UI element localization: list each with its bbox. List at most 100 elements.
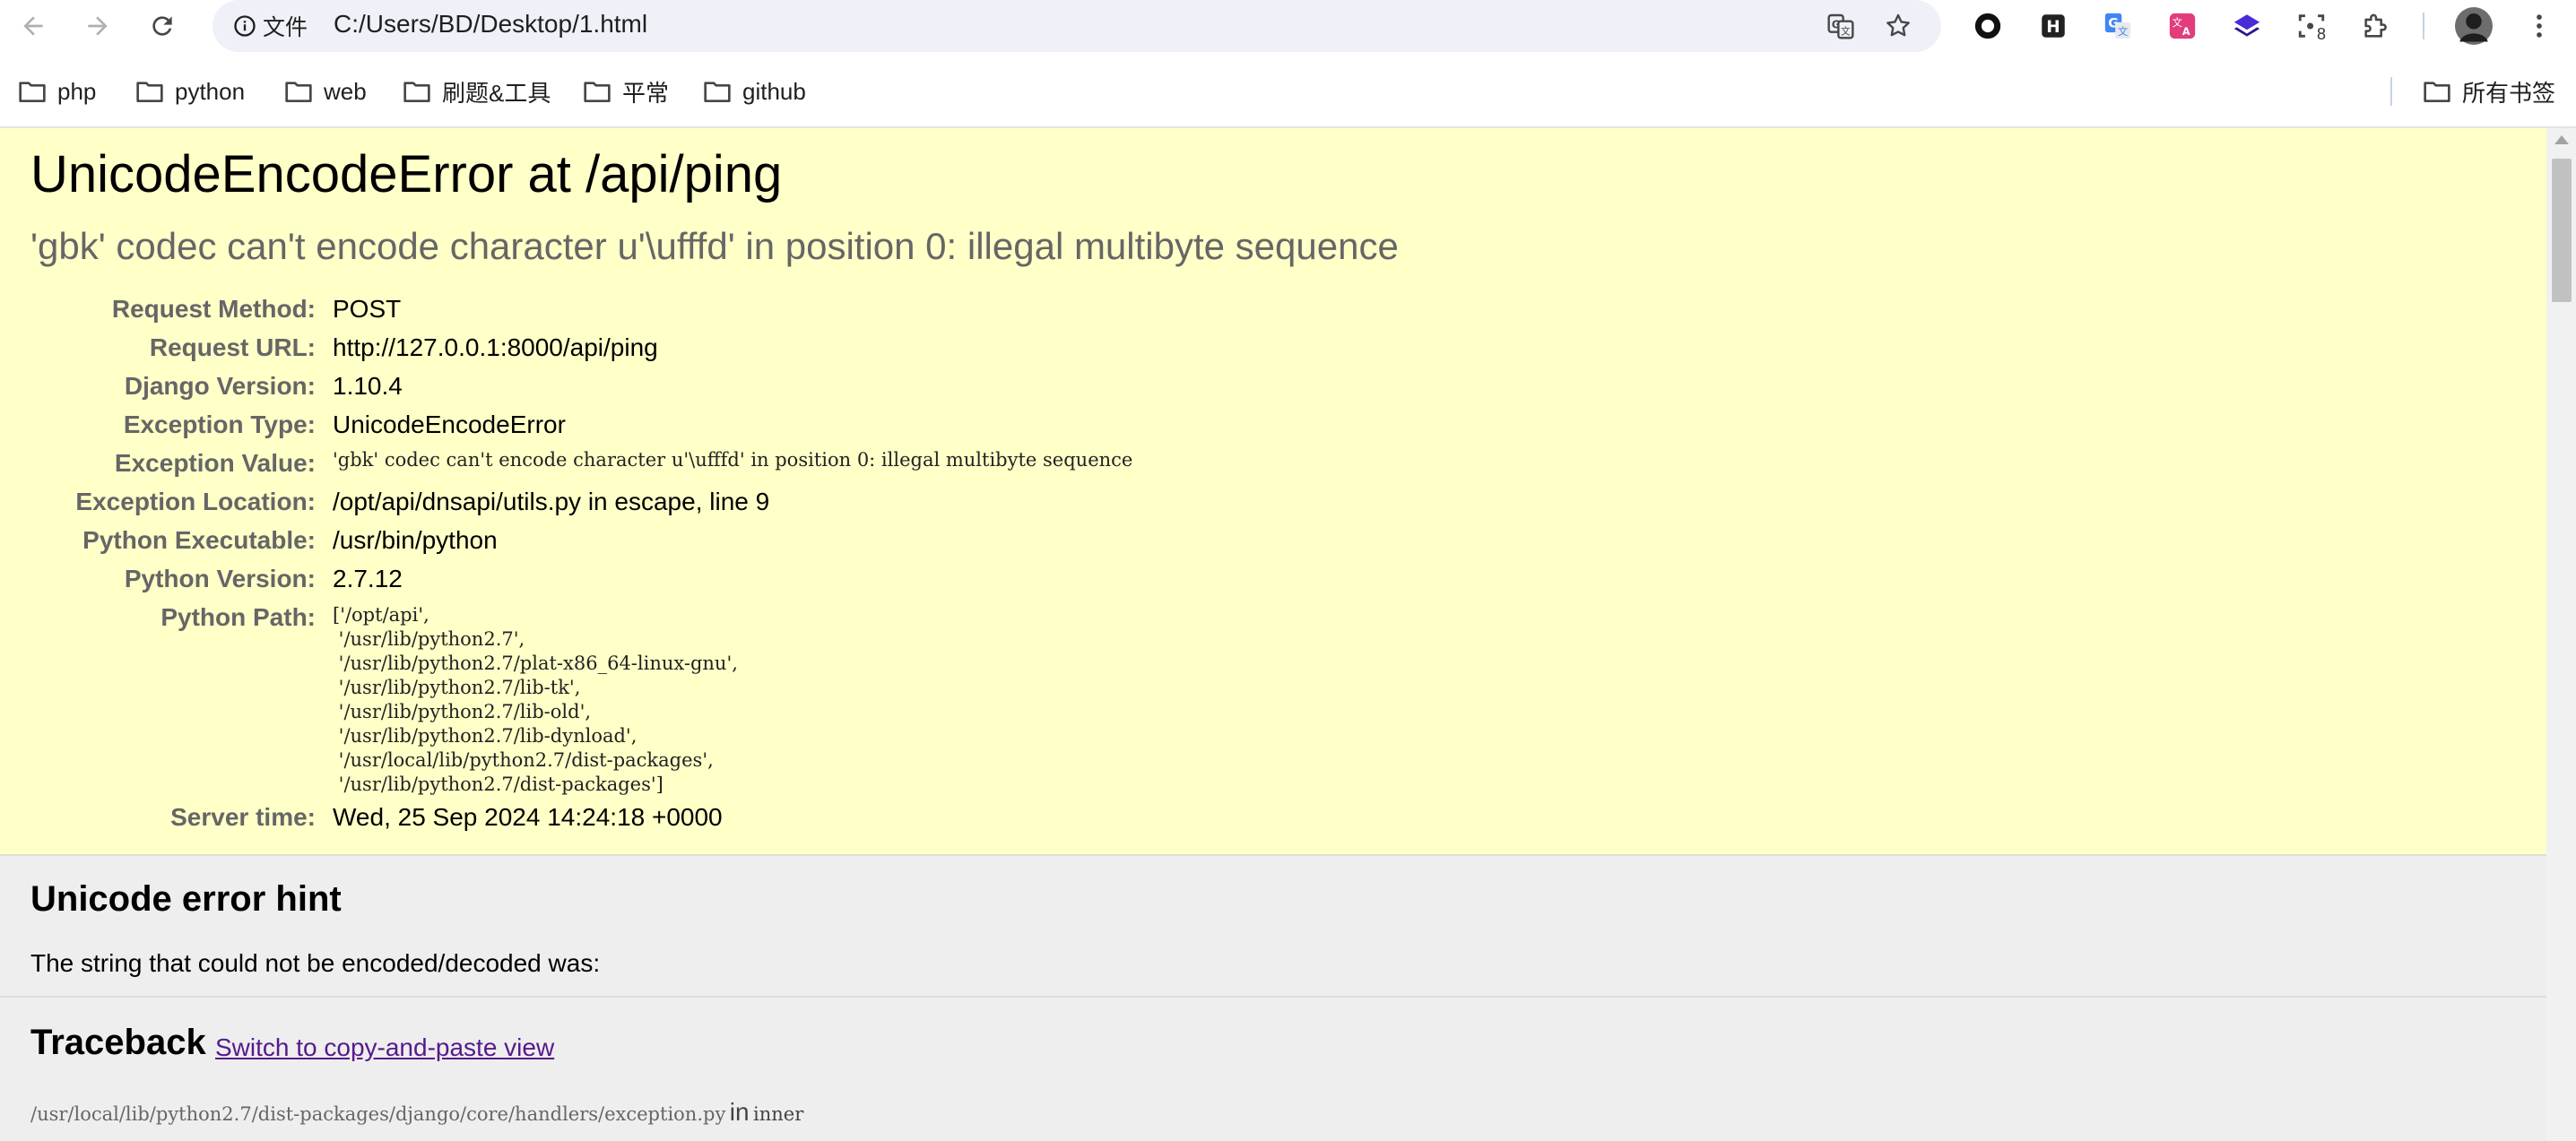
extension-translate-pink[interactable]: 文A: [2166, 10, 2199, 42]
copy-paste-view-link[interactable]: Switch to copy-and-paste view: [215, 1033, 554, 1062]
bookmark-label: python: [175, 77, 246, 105]
python-path-line: ['/opt/api',: [333, 604, 429, 626]
svg-text:H: H: [2046, 18, 2060, 37]
extension-record[interactable]: [1972, 10, 2004, 42]
back-button[interactable]: [14, 7, 52, 45]
extensions-menu-button[interactable]: [2360, 10, 2392, 42]
meta-value-exception-value: 'gbk' codec can't encode character u'\uf…: [333, 449, 1133, 471]
bookmark-folder-php[interactable]: php: [18, 72, 96, 111]
bookmark-folder-tools[interactable]: 刷题&工具: [403, 72, 551, 111]
google-translate-icon: G文: [1827, 13, 1854, 39]
site-info-chip[interactable]: 文件: [225, 9, 315, 43]
unicode-hint-text: The string that could not be encoded/dec…: [30, 949, 601, 977]
bookmark-folder-daily[interactable]: 平常: [583, 72, 669, 111]
meta-label-request-url: Request URL:: [149, 333, 316, 361]
python-path-line: '/usr/lib/python2.7',: [333, 628, 525, 650]
meta-value-request-url: http://127.0.0.1:8000/api/ping: [333, 333, 658, 361]
error-summary: UnicodeEncodeError at /api/ping 'gbk' co…: [0, 128, 2546, 856]
meta-label-exception-location: Exception Location:: [75, 488, 316, 515]
bookmark-label: 刷题&工具: [442, 79, 551, 107]
bookmarks-divider: [2390, 77, 2392, 106]
folder-icon: [704, 82, 731, 102]
meta-value-python-executable: /usr/bin/python: [333, 526, 498, 554]
folder-icon: [584, 82, 611, 102]
address-bar[interactable]: 文件 C:/Users/BD/Desktop/1.html G文: [212, 0, 1941, 52]
frame-in-keyword: in: [729, 1098, 750, 1126]
bookmark-label: web: [324, 77, 367, 105]
meta-label-python-version: Python Version:: [124, 565, 316, 592]
unicode-hint-title: Unicode error hint: [30, 879, 342, 919]
google-translate-icon: G文: [2104, 13, 2131, 39]
layers-purple-icon: [2233, 14, 2260, 37]
error-subtitle: 'gbk' codec can't encode character u'\uf…: [30, 225, 1399, 267]
meta-value-exception-type: UnicodeEncodeError: [333, 411, 566, 438]
arrow-left-icon: [23, 16, 43, 36]
url-text[interactable]: C:/Users/BD/Desktop/1.html: [334, 10, 647, 39]
svg-text:文: 文: [2173, 16, 2182, 29]
translate-pink-icon: 文A: [2169, 13, 2196, 39]
frame-function: inner: [753, 1103, 804, 1125]
meta-label-request-method: Request Method:: [111, 295, 316, 323]
meta-value-server-time: Wed, 25 Sep 2024 14:24:18 +0000: [333, 803, 723, 831]
meta-value-python-version: 2.7.12: [333, 565, 403, 592]
all-bookmarks-label: 所有书签: [2462, 79, 2556, 107]
h-letter-icon: H: [2042, 14, 2065, 38]
page-viewport[interactable]: UnicodeEncodeError at /api/ping 'gbk' co…: [0, 128, 2546, 1141]
bookmark-label: php: [57, 77, 97, 105]
circle-record-icon: [1974, 13, 2001, 39]
meta-value-django-version: 1.10.4: [333, 372, 403, 400]
info-icon: [234, 15, 256, 37]
folder-icon: [19, 82, 46, 102]
translate-page-button[interactable]: G文: [1825, 10, 1857, 42]
reload-button[interactable]: [143, 7, 181, 45]
puzzle-icon: [2364, 13, 2387, 38]
folder-icon: [285, 82, 312, 102]
error-title: UnicodeEncodeError at /api/ping: [30, 145, 783, 203]
scroll-up-arrow-icon[interactable]: [2554, 135, 2569, 144]
profile-avatar[interactable]: [2455, 7, 2493, 45]
traceback-frame[interactable]: /usr/local/lib/python2.7/dist-packages/d…: [30, 1098, 803, 1127]
unicode-hint-section: Unicode error hint The string that could…: [0, 856, 2546, 998]
bookmarks-bar: php python web 刷题&工具 平常 github 所有书签: [0, 66, 2576, 117]
meta-label-exception-type: Exception Type:: [123, 411, 316, 438]
kebab-menu-icon: [2537, 14, 2542, 38]
bookmark-folder-web[interactable]: web: [284, 72, 367, 111]
python-path-line: '/usr/lib/python2.7/dist-packages']: [333, 774, 664, 795]
star-icon: [1886, 13, 1910, 37]
traceback-section: Traceback Switch to copy-and-paste view …: [0, 999, 2546, 1141]
folder-icon: [403, 82, 430, 102]
bookmark-star-button[interactable]: [1882, 10, 1914, 42]
meta-label-server-time: Server time:: [170, 803, 316, 831]
meta-label-python-path: Python Path:: [160, 603, 316, 631]
svg-text:文: 文: [1841, 25, 1851, 37]
extension-google-translate[interactable]: G文: [2102, 10, 2134, 42]
meta-value-exception-location: /opt/api/dnsapi/utils.py in escape, line…: [333, 488, 770, 515]
reload-icon: [152, 16, 172, 36]
meta-label-django-version: Django Version:: [124, 372, 316, 400]
python-path-line: '/usr/lib/python2.7/lib-old',: [333, 701, 592, 722]
extension-layers[interactable]: [2231, 10, 2263, 42]
browser-menu-button[interactable]: [2523, 10, 2555, 42]
python-path-line: '/usr/lib/python2.7/lib-dynload',: [333, 725, 637, 747]
site-info-label: 文件: [263, 15, 308, 40]
bookmark-label: github: [742, 77, 806, 105]
extension-badge: 8: [2317, 25, 2327, 43]
page-scrollbar[interactable]: [2546, 128, 2576, 1141]
svg-text:A: A: [2182, 25, 2190, 38]
folder-icon: [136, 82, 163, 102]
all-bookmarks-button[interactable]: 所有书签: [2423, 72, 2555, 111]
browser-toolbar: 文件 C:/Users/BD/Desktop/1.html G文 H G文 文A…: [0, 0, 2576, 52]
frame-filename: /usr/local/lib/python2.7/dist-packages/d…: [30, 1103, 726, 1125]
python-path-line: '/usr/lib/python2.7/lib-tk',: [333, 677, 581, 698]
bookmark-folder-github[interactable]: github: [703, 72, 806, 111]
extension-screenshot[interactable]: 8: [2295, 10, 2328, 42]
meta-label-exception-value: Exception Value:: [114, 449, 316, 477]
scrollbar-thumb[interactable]: [2552, 159, 2572, 302]
meta-label-python-executable: Python Executable:: [82, 526, 316, 554]
bookmark-folder-python[interactable]: python: [135, 72, 245, 111]
avatar-icon: [2455, 7, 2493, 45]
bookmark-label: 平常: [622, 79, 670, 107]
extension-h[interactable]: H: [2037, 10, 2069, 42]
toolbar-divider: [2423, 13, 2424, 39]
forward-button[interactable]: [79, 7, 117, 45]
